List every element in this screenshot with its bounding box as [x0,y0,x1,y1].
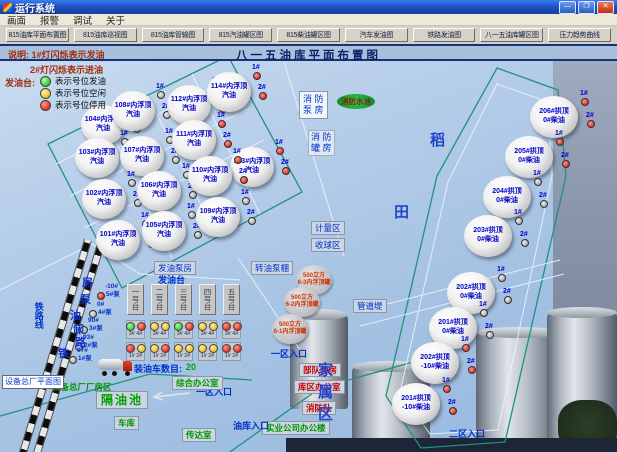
menu-item[interactable]: 调试 [66,13,99,27]
menu-item[interactable]: 报警 [33,13,66,27]
map-label: 发油泵房 [154,261,196,275]
plant-map-canvas: 八一五油库平面布置图 说明: 1#灯闪烁表示发油 2#灯闪烁表示进油 发油台: … [0,44,617,452]
map-label: 铁路线 [33,302,44,329]
legend-item-idle: 表示号位空闲 [40,87,106,99]
map-label: 一区入口 [271,349,307,360]
legend-item-issuing: 表示号位发油 [40,75,106,87]
screen-nav-button[interactable]: 汽车发油图 [345,28,408,42]
map-label: 消 防 泵 房 [299,91,328,119]
map-label: 田 [394,204,409,222]
map-label: 家 [318,362,333,380]
map-label: 房 [82,277,93,290]
app-icon [3,3,12,12]
screen-nav-button[interactable]: 八一五油库罐区图 [480,28,543,42]
legend-yellow-dot [40,88,51,99]
menu-bar: 画面报警调试关于 [0,14,617,26]
map-label: 车库 [114,416,139,430]
map-label: 传达室 [182,428,216,442]
screen-nav-button[interactable]: 815柴油罐区图 [277,28,340,42]
map-label: 油 [70,310,81,323]
legend-red-dot [40,100,51,111]
legend-item-disabled: 表示号位停用 [40,99,106,111]
map-title-band: 八一五油库平面布置图 说明: 1#灯闪烁表示发油 [0,44,617,61]
map-label: 二区入口 [449,429,485,440]
map-label: 路 [75,337,86,350]
map-label: 计量区 [311,221,345,235]
screen-nav-button[interactable]: 压力趋势曲线 [548,28,611,42]
map-label: 设备总厂平面图 [2,375,64,389]
screen-nav-button[interactable]: 815油库管输图 [142,28,205,42]
legend-green-dot [40,76,51,87]
map-label: 转油泵棚 [251,261,293,275]
map-label: 隔油池 [96,391,148,409]
screen-nav-toolbar: 815油库平面布置图 815油库巡视图 815油库管输图 815汽油罐区图 815柴油罐… [0,26,617,44]
map-label: 铁 [58,348,69,361]
map-label: 卸 [73,324,84,337]
map-label: 稻 [430,132,445,150]
app-window: 运行系统 — ❐ ✕ 画面报警调试关于 815油库平面布置图815油库巡视图81… [0,0,617,452]
map-label: 消防水池 [337,94,375,109]
map-label: 综合办公室 [172,376,223,390]
close-button[interactable]: ✕ [597,1,614,14]
map-label: 消 防 罐 房 [308,130,335,156]
map-label: 发油台 [158,275,185,286]
menu-item[interactable]: 关于 [99,13,132,27]
screen-nav-button[interactable]: 815油库巡视图 [74,28,137,42]
map-label: 管道堤 [353,299,387,313]
maximize-button[interactable]: ❐ [578,1,595,14]
map-label: 油库入口 [233,421,269,432]
map-label: 泵 [80,294,91,307]
map-label: 区 [318,406,333,424]
map-label: 收球区 [311,238,345,252]
legend-line-1: 说明: 1#灯闪烁表示发油 [8,48,105,61]
screen-nav-button[interactable]: 铁路发油图 [413,28,476,42]
screen-nav-button[interactable]: 815汽油罐区图 [209,28,272,42]
map-label: 属 [318,384,333,402]
minimize-button[interactable]: — [559,1,576,14]
menu-item[interactable]: 画面 [0,13,33,27]
legend-bay-label: 发油台: [5,76,35,89]
screen-nav-button[interactable]: 815油库平面布置图 [6,28,69,42]
